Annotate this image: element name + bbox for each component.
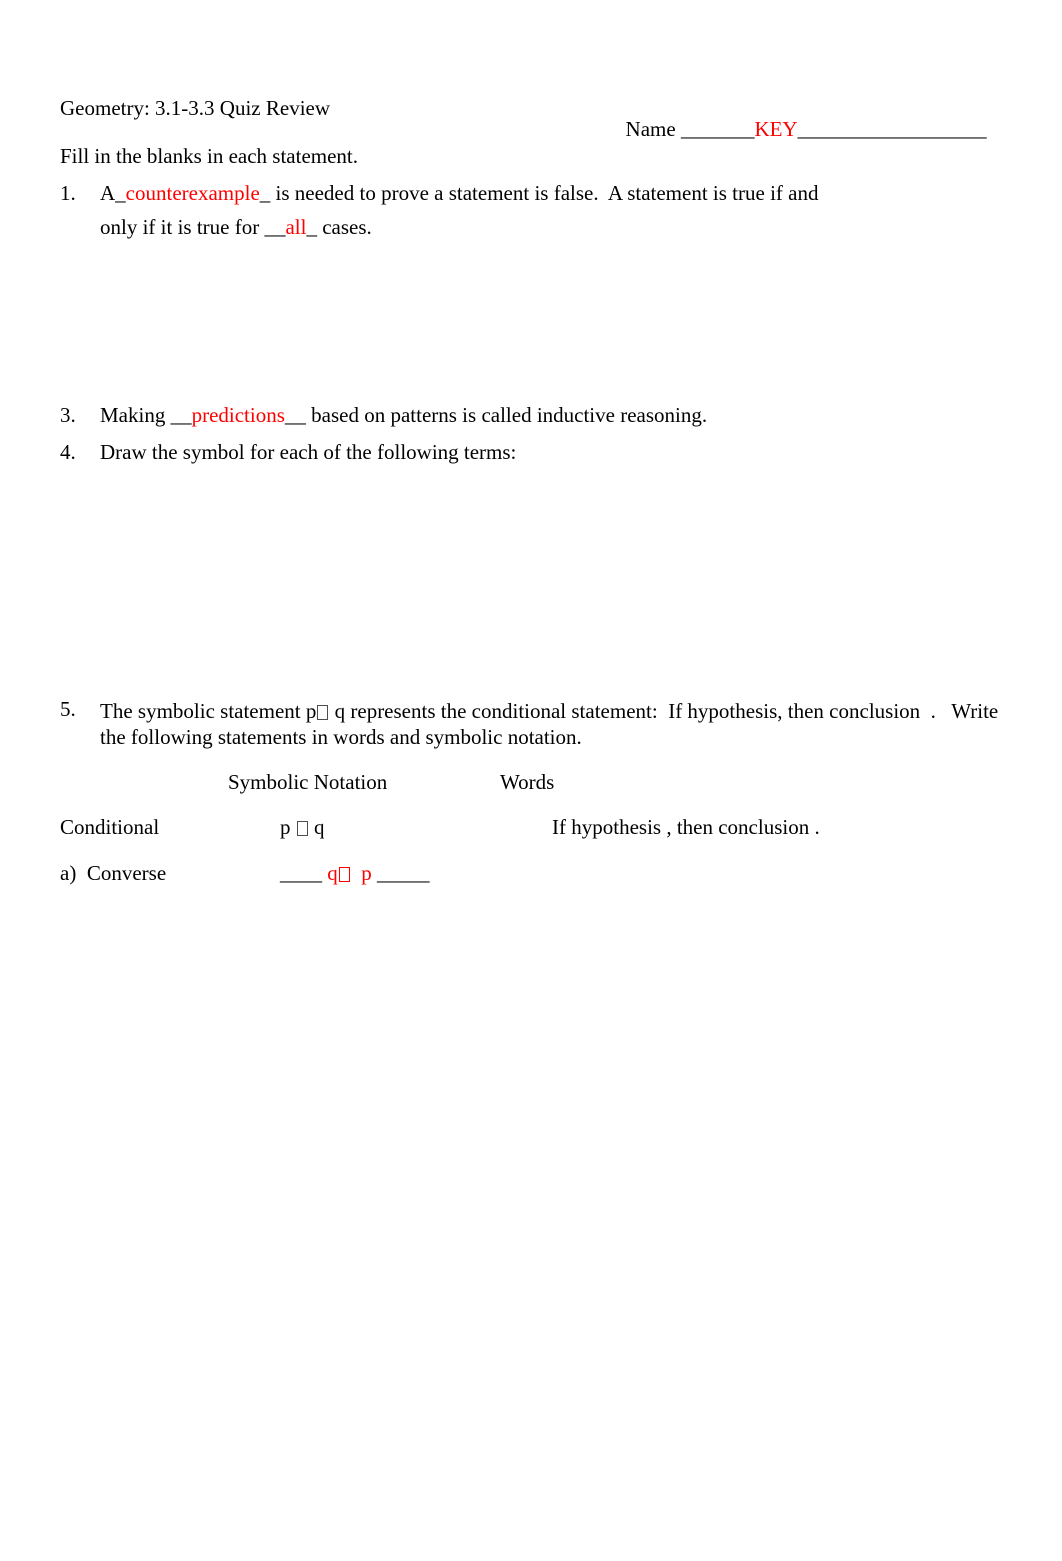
missing-glyph-arrow-icon xyxy=(338,867,350,882)
item-line: Making __predictions__ based on patterns… xyxy=(100,405,940,426)
name-label: Name xyxy=(625,117,681,141)
table-header-row: Symbolic Notation Words xyxy=(60,772,940,793)
missing-glyph-arrow-icon xyxy=(317,705,329,720)
item-body: Draw the symbol for each of the followin… xyxy=(100,442,940,463)
item1-line2-pre: only if it is true for xyxy=(100,215,265,239)
item-number: 1. xyxy=(60,181,76,205)
question-item-1: 1. A_counterexample_ is needed to prove … xyxy=(60,183,940,238)
item1-line1-pre: A xyxy=(100,181,116,205)
page-title: Geometry: 3.1-3.3 Quiz Review xyxy=(60,96,331,120)
row-label-conditional: Conditional xyxy=(60,815,160,839)
item5-mid: q represents the conditional statement: … xyxy=(329,699,999,723)
converse-answer-p: p xyxy=(350,861,372,885)
document-page: Geometry: 3.1-3.3 Quiz Review Name _____… xyxy=(0,0,1062,1561)
converse-blank-close: _____ xyxy=(371,861,430,885)
item1-blank-open: _ xyxy=(115,181,126,205)
converse-blank-open: ____ xyxy=(280,861,328,885)
symbolic-notation-table: Symbolic Notation Words Conditional p q … xyxy=(60,772,940,884)
item-line: The symbolic statement p q represents th… xyxy=(100,699,1015,725)
conditional-notation-pre: p xyxy=(280,815,296,839)
item3-pre: Making xyxy=(100,403,171,427)
missing-glyph-arrow-icon xyxy=(296,821,308,836)
item1-line2-post: cases. xyxy=(316,215,372,239)
item-line: only if it is true for __all_ cases. xyxy=(100,217,940,238)
cell-words-conditional: If hypothesis , then conclusion . xyxy=(552,815,820,839)
item-number: 4. xyxy=(60,440,76,464)
name-field-line: Name _______KEY__________________ xyxy=(594,98,987,161)
name-blank-right: __________________ xyxy=(797,117,987,141)
name-answer: KEY xyxy=(754,117,798,141)
item3-post: based on patterns is called inductive re… xyxy=(305,403,708,427)
item-body: Making __predictions__ based on patterns… xyxy=(100,405,940,426)
question-item-3: 3. Making __predictions__ based on patte… xyxy=(60,405,940,426)
table-row-converse: a) Converse ____ q p _____ xyxy=(60,863,940,884)
header-words: Words xyxy=(500,770,555,794)
item1-line2-blank-close: _ xyxy=(306,215,317,239)
item5-line2: the following statements in words and sy… xyxy=(100,724,582,749)
item-body: A_counterexample_ is needed to prove a s… xyxy=(100,183,940,238)
converse-answer-q: q xyxy=(327,861,338,885)
item3-blank-close: __ xyxy=(284,403,306,427)
header-symbolic-notation: Symbolic Notation xyxy=(228,770,388,794)
converse-list-marker: a) xyxy=(60,861,77,885)
converse-label-text: Converse xyxy=(86,861,167,885)
item3-blank-open: __ xyxy=(170,403,192,427)
question-item-4: 4. Draw the symbol for each of the follo… xyxy=(60,442,940,463)
table-row-conditional: Conditional p q If hypothesis , then con… xyxy=(60,817,940,838)
question-item-5: 5. The symbolic statement p q represents… xyxy=(60,699,1015,750)
item4-text: Draw the symbol for each of the followin… xyxy=(100,440,517,464)
item1-line1-post: is needed to prove a statement is false.… xyxy=(270,181,819,205)
item-number: 5. xyxy=(60,697,76,721)
name-blank-left: _______ xyxy=(680,117,755,141)
cell-notation-converse: ____ q p _____ xyxy=(228,863,552,884)
item-line: A_counterexample_ is needed to prove a s… xyxy=(100,183,940,204)
item-body: The symbolic statement p q represents th… xyxy=(100,699,1015,750)
item-number: 3. xyxy=(60,403,76,427)
row-label-converse: a) Converse xyxy=(60,863,228,884)
item1-blank-close: _ xyxy=(259,181,271,205)
cell-notation-conditional: p q xyxy=(228,817,552,838)
conditional-notation-post: q xyxy=(308,815,325,839)
item5-pre: The symbolic statement p xyxy=(100,699,317,723)
instruction-text: Fill in the blanks in each statement. xyxy=(60,144,359,168)
item1-line2-blank-open: __ xyxy=(264,215,286,239)
item1-answer-counterexample: counterexample xyxy=(125,181,260,205)
item3-answer-predictions: predictions xyxy=(191,403,285,427)
item1-answer-all: all xyxy=(285,215,307,239)
